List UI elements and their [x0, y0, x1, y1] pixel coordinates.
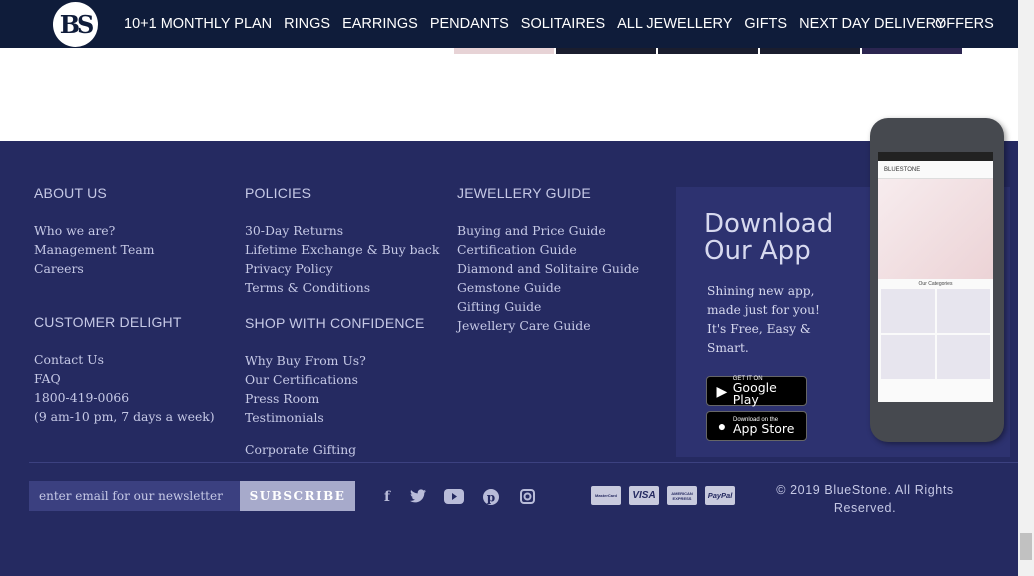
link-faq[interactable]: FAQ — [34, 369, 215, 388]
link-privacy-policy[interactable]: Privacy Policy — [245, 259, 439, 278]
about-heading: ABOUT US — [34, 185, 107, 201]
phone-screen: BLUESTONE Our Categories — [878, 152, 993, 402]
nav-item-solitaires[interactable]: SOLITAIRES — [515, 16, 611, 32]
customer-heading: CUSTOMER DELIGHT — [34, 314, 182, 330]
link-jewellery-care-guide[interactable]: Jewellery Care Guide — [457, 316, 639, 335]
payment-label: AMERICAN EXPRESS — [671, 490, 693, 501]
footer-col-customer: CUSTOMER DELIGHT Contact Us FAQ 1800-419… — [34, 314, 215, 426]
page-scrollbar[interactable] — [1018, 0, 1034, 576]
instagram-icon[interactable] — [517, 489, 537, 505]
phone-hero-banner — [878, 179, 993, 279]
link-buying-price-guide[interactable]: Buying and Price Guide — [457, 221, 639, 240]
app-store-button[interactable]: ● Download on the App Store — [706, 411, 807, 441]
logo-text: BS — [59, 10, 95, 39]
product-thumbnail[interactable] — [862, 48, 962, 54]
policies-heading: POLICIES — [245, 185, 312, 201]
app-store-big: App Store — [733, 420, 795, 436]
link-press-room[interactable]: Press Room — [245, 389, 425, 408]
link-why-buy[interactable]: Why Buy From Us? — [245, 351, 425, 370]
link-terms-conditions[interactable]: Terms & Conditions — [245, 278, 439, 297]
product-thumbnail-strip — [454, 48, 964, 54]
pinterest-icon[interactable]: p — [481, 489, 501, 505]
bluestone-logo[interactable]: BS — [53, 2, 98, 47]
nav-item-monthly-plan[interactable]: 10+1 MONTHLY PLAN — [118, 16, 278, 32]
app-description: Shining new app, made just for you! It's… — [707, 284, 820, 355]
google-play-button[interactable]: ▶ GET IT ON Google Play — [706, 376, 807, 406]
phone-mockup-image: BLUESTONE Our Categories — [870, 118, 1004, 442]
phone-tile — [936, 289, 990, 333]
scrollbar-thumb[interactable] — [1020, 533, 1032, 560]
nav-item-pendants[interactable]: PENDANTS — [424, 16, 515, 32]
product-thumbnail[interactable] — [556, 48, 656, 54]
phone-brand: BLUESTONE — [884, 166, 921, 173]
link-careers[interactable]: Careers — [34, 259, 154, 278]
support-hours: (9 am-10 pm, 7 days a week) — [34, 409, 215, 424]
link-diamond-solitaire-guide[interactable]: Diamond and Solitaire Guide — [457, 259, 639, 278]
newsletter-email-input[interactable] — [29, 481, 240, 511]
svg-text:p: p — [487, 491, 495, 505]
shop-heading: SHOP WITH CONFIDENCE — [245, 315, 425, 331]
nav-item-earrings[interactable]: EARRINGS — [336, 16, 424, 32]
app-title: Download Our App — [704, 209, 834, 266]
paypal-icon: PayPal — [705, 486, 735, 505]
guide-heading: JEWELLERY GUIDE — [457, 185, 591, 201]
footer-divider — [29, 462, 1018, 463]
nav-item-next-day-delivery[interactable]: NEXT DAY DELIVERY — [793, 16, 951, 32]
link-who-we-are[interactable]: Who we are? — [34, 221, 154, 240]
footer-col-policies: POLICIES 30-Day Returns Lifetime Exchang… — [245, 185, 439, 297]
link-gemstone-guide[interactable]: Gemstone Guide — [457, 278, 639, 297]
payment-label: PayPal — [707, 491, 733, 500]
footer-col-guide: JEWELLERY GUIDE Buying and Price Guide C… — [457, 185, 639, 335]
product-thumbnail[interactable] — [658, 48, 758, 54]
product-thumbnail[interactable] — [454, 48, 554, 54]
link-certifications[interactable]: Our Certifications — [245, 370, 425, 389]
mastercard-icon: MasterCard — [591, 486, 621, 505]
nav-menu: 10+1 MONTHLY PLAN RINGS EARRINGS PENDANT… — [118, 0, 952, 48]
link-corporate-gifting[interactable]: Corporate Gifting — [245, 440, 425, 459]
subscribe-button[interactable]: SUBSCRIBE — [240, 481, 355, 511]
payment-label: MasterCard — [594, 493, 617, 498]
footer-col-about: ABOUT US Who we are? Management Team Car… — [34, 185, 154, 278]
footer-col-shop: SHOP WITH CONFIDENCE Why Buy From Us? Ou… — [245, 315, 425, 459]
visa-icon: VISA — [629, 486, 659, 505]
facebook-icon[interactable]: f — [377, 489, 397, 505]
phone-header: BLUESTONE — [878, 161, 993, 179]
twitter-icon[interactable] — [408, 489, 428, 505]
link-testimonials[interactable]: Testimonials — [245, 408, 425, 427]
play-store-icon: ▶ — [716, 382, 728, 399]
phone-tile — [881, 335, 935, 379]
link-lifetime-exchange[interactable]: Lifetime Exchange & Buy back — [245, 240, 439, 259]
nav-item-rings[interactable]: RINGS — [278, 16, 336, 32]
google-play-big: Google Play — [732, 379, 777, 407]
apple-icon: ● — [717, 418, 727, 434]
link-30-day-returns[interactable]: 30-Day Returns — [245, 221, 439, 240]
nav-item-gifts[interactable]: GIFTS — [738, 16, 793, 32]
top-navigation: BS 10+1 MONTHLY PLAN RINGS EARRINGS PEND… — [0, 0, 1018, 48]
amex-icon: AMERICAN EXPRESS — [667, 486, 697, 505]
youtube-icon[interactable] — [444, 489, 464, 505]
copyright-text: © 2019 BlueStone. All Rights Reserved. — [776, 483, 954, 515]
link-certification-guide[interactable]: Certification Guide — [457, 240, 639, 259]
phone-categories-label: Our Categories — [918, 281, 953, 287]
link-contact-us[interactable]: Contact Us — [34, 350, 215, 369]
phone-tile — [881, 289, 935, 333]
nav-item-all-jewellery[interactable]: ALL JEWELLERY — [611, 16, 738, 32]
nav-item-offers[interactable]: OFFERS — [935, 0, 994, 48]
payment-label: VISA — [632, 490, 656, 501]
link-management-team[interactable]: Management Team — [34, 240, 154, 259]
phone-tile — [936, 335, 990, 379]
link-gifting-guide[interactable]: Gifting Guide — [457, 297, 639, 316]
product-thumbnail[interactable] — [760, 48, 860, 54]
link-phone[interactable]: 1800-419-0066 — [34, 388, 215, 407]
